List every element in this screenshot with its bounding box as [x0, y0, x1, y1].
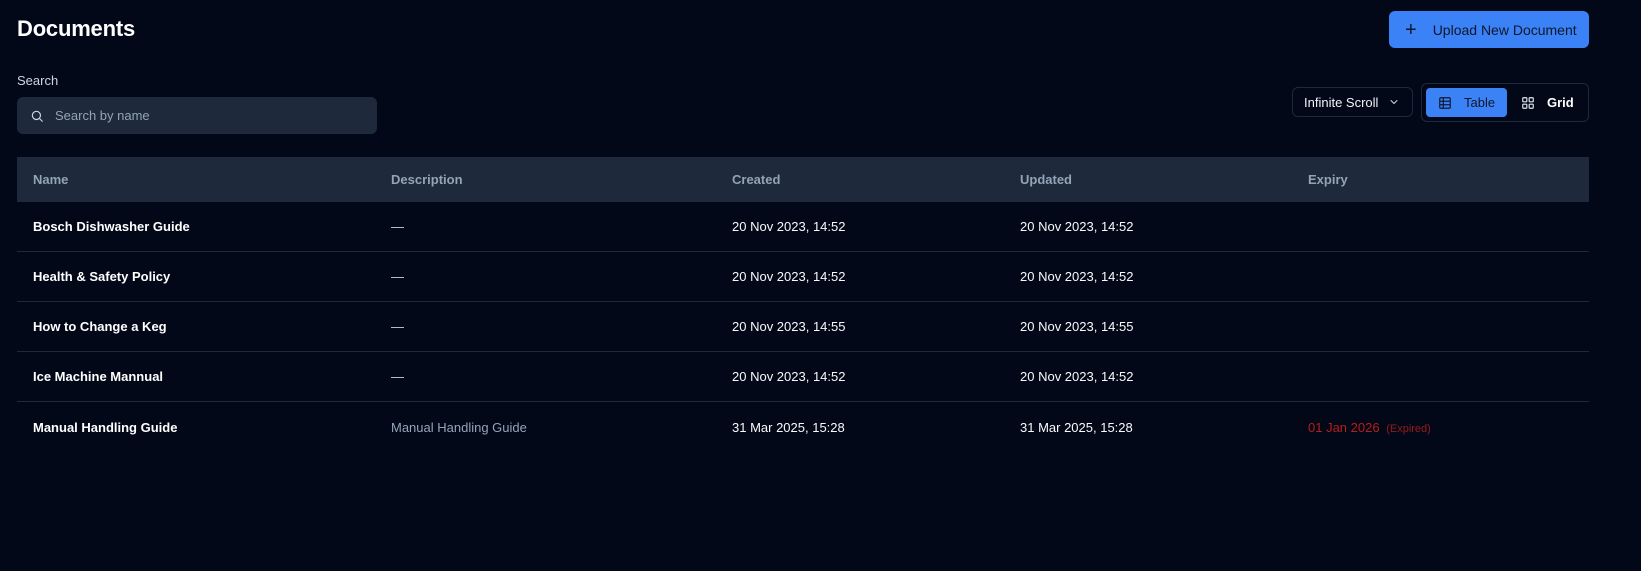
table-view-label: Table	[1464, 95, 1496, 110]
column-header-expiry[interactable]: Expiry	[1292, 172, 1589, 187]
cell-description: —	[391, 219, 404, 234]
cell-created: 31 Mar 2025, 15:28	[732, 419, 845, 435]
column-header-updated[interactable]: Updated	[1004, 172, 1292, 187]
column-header-description[interactable]: Description	[375, 172, 716, 187]
cell-description: —	[391, 369, 404, 384]
table-row[interactable]: Health & Safety Policy — 20 Nov 2023, 14…	[17, 252, 1589, 302]
documents-page: Documents + Upload New Document Search I…	[0, 0, 1641, 571]
search-label: Search	[17, 73, 59, 88]
table-header: Name Description Created Updated Expiry	[17, 157, 1589, 202]
expiry-date: 01 Jan 2026	[1308, 419, 1380, 435]
table-row[interactable]: Manual Handling Guide Manual Handling Gu…	[17, 402, 1589, 452]
grid-icon	[1521, 96, 1535, 110]
grid-view-label: Grid	[1547, 95, 1574, 110]
cell-updated: 20 Nov 2023, 14:52	[1020, 269, 1134, 284]
cell-created: 20 Nov 2023, 14:55	[732, 319, 846, 334]
cell-created: 20 Nov 2023, 14:52	[732, 219, 846, 234]
cell-description: —	[391, 269, 404, 284]
cell-name: Ice Machine Mannual	[33, 369, 164, 384]
cell-updated: 31 Mar 2025, 15:28	[1020, 419, 1133, 435]
table-icon	[1438, 96, 1452, 110]
table-row[interactable]: Bosch Dishwasher Guide — 20 Nov 2023, 14…	[17, 202, 1589, 252]
column-header-created[interactable]: Created	[716, 172, 1004, 187]
cell-updated: 20 Nov 2023, 14:52	[1020, 219, 1134, 234]
cell-created: 20 Nov 2023, 14:52	[732, 269, 846, 284]
cell-updated: 20 Nov 2023, 14:52	[1020, 369, 1134, 384]
expired-badge: (Expired)	[1386, 422, 1431, 435]
table-view-button[interactable]: Table	[1426, 88, 1507, 117]
page-title: Documents	[17, 16, 135, 41]
cell-expiry: 01 Jan 2026 (Expired)	[1292, 420, 1589, 435]
cell-updated: 20 Nov 2023, 14:55	[1020, 319, 1134, 334]
pagination-mode-value: Infinite Scroll	[1304, 94, 1379, 110]
search-box	[17, 97, 377, 134]
cell-description: Manual Handling Guide	[391, 419, 527, 435]
chevron-down-icon	[1388, 96, 1400, 108]
cell-name: How to Change a Keg	[33, 319, 167, 334]
upload-button-label: Upload New Document	[1432, 21, 1577, 38]
pagination-mode-select[interactable]: Infinite Scroll	[1292, 87, 1413, 117]
plus-icon: +	[1405, 18, 1417, 41]
documents-table: Name Description Created Updated Expiry …	[17, 157, 1589, 452]
view-toggle: Table Grid	[1421, 83, 1589, 122]
cell-description: —	[391, 319, 404, 334]
table-row[interactable]: How to Change a Keg — 20 Nov 2023, 14:55…	[17, 302, 1589, 352]
table-row[interactable]: Ice Machine Mannual — 20 Nov 2023, 14:52…	[17, 352, 1589, 402]
upload-new-document-button[interactable]: + Upload New Document	[1389, 11, 1589, 48]
search-input[interactable]	[55, 108, 355, 123]
cell-name: Manual Handling Guide	[33, 419, 178, 435]
grid-view-button[interactable]: Grid	[1509, 88, 1586, 117]
search-icon	[30, 109, 44, 123]
column-header-name[interactable]: Name	[17, 172, 375, 187]
cell-created: 20 Nov 2023, 14:52	[732, 369, 846, 384]
cell-name: Bosch Dishwasher Guide	[33, 219, 190, 234]
cell-name: Health & Safety Policy	[33, 269, 171, 284]
